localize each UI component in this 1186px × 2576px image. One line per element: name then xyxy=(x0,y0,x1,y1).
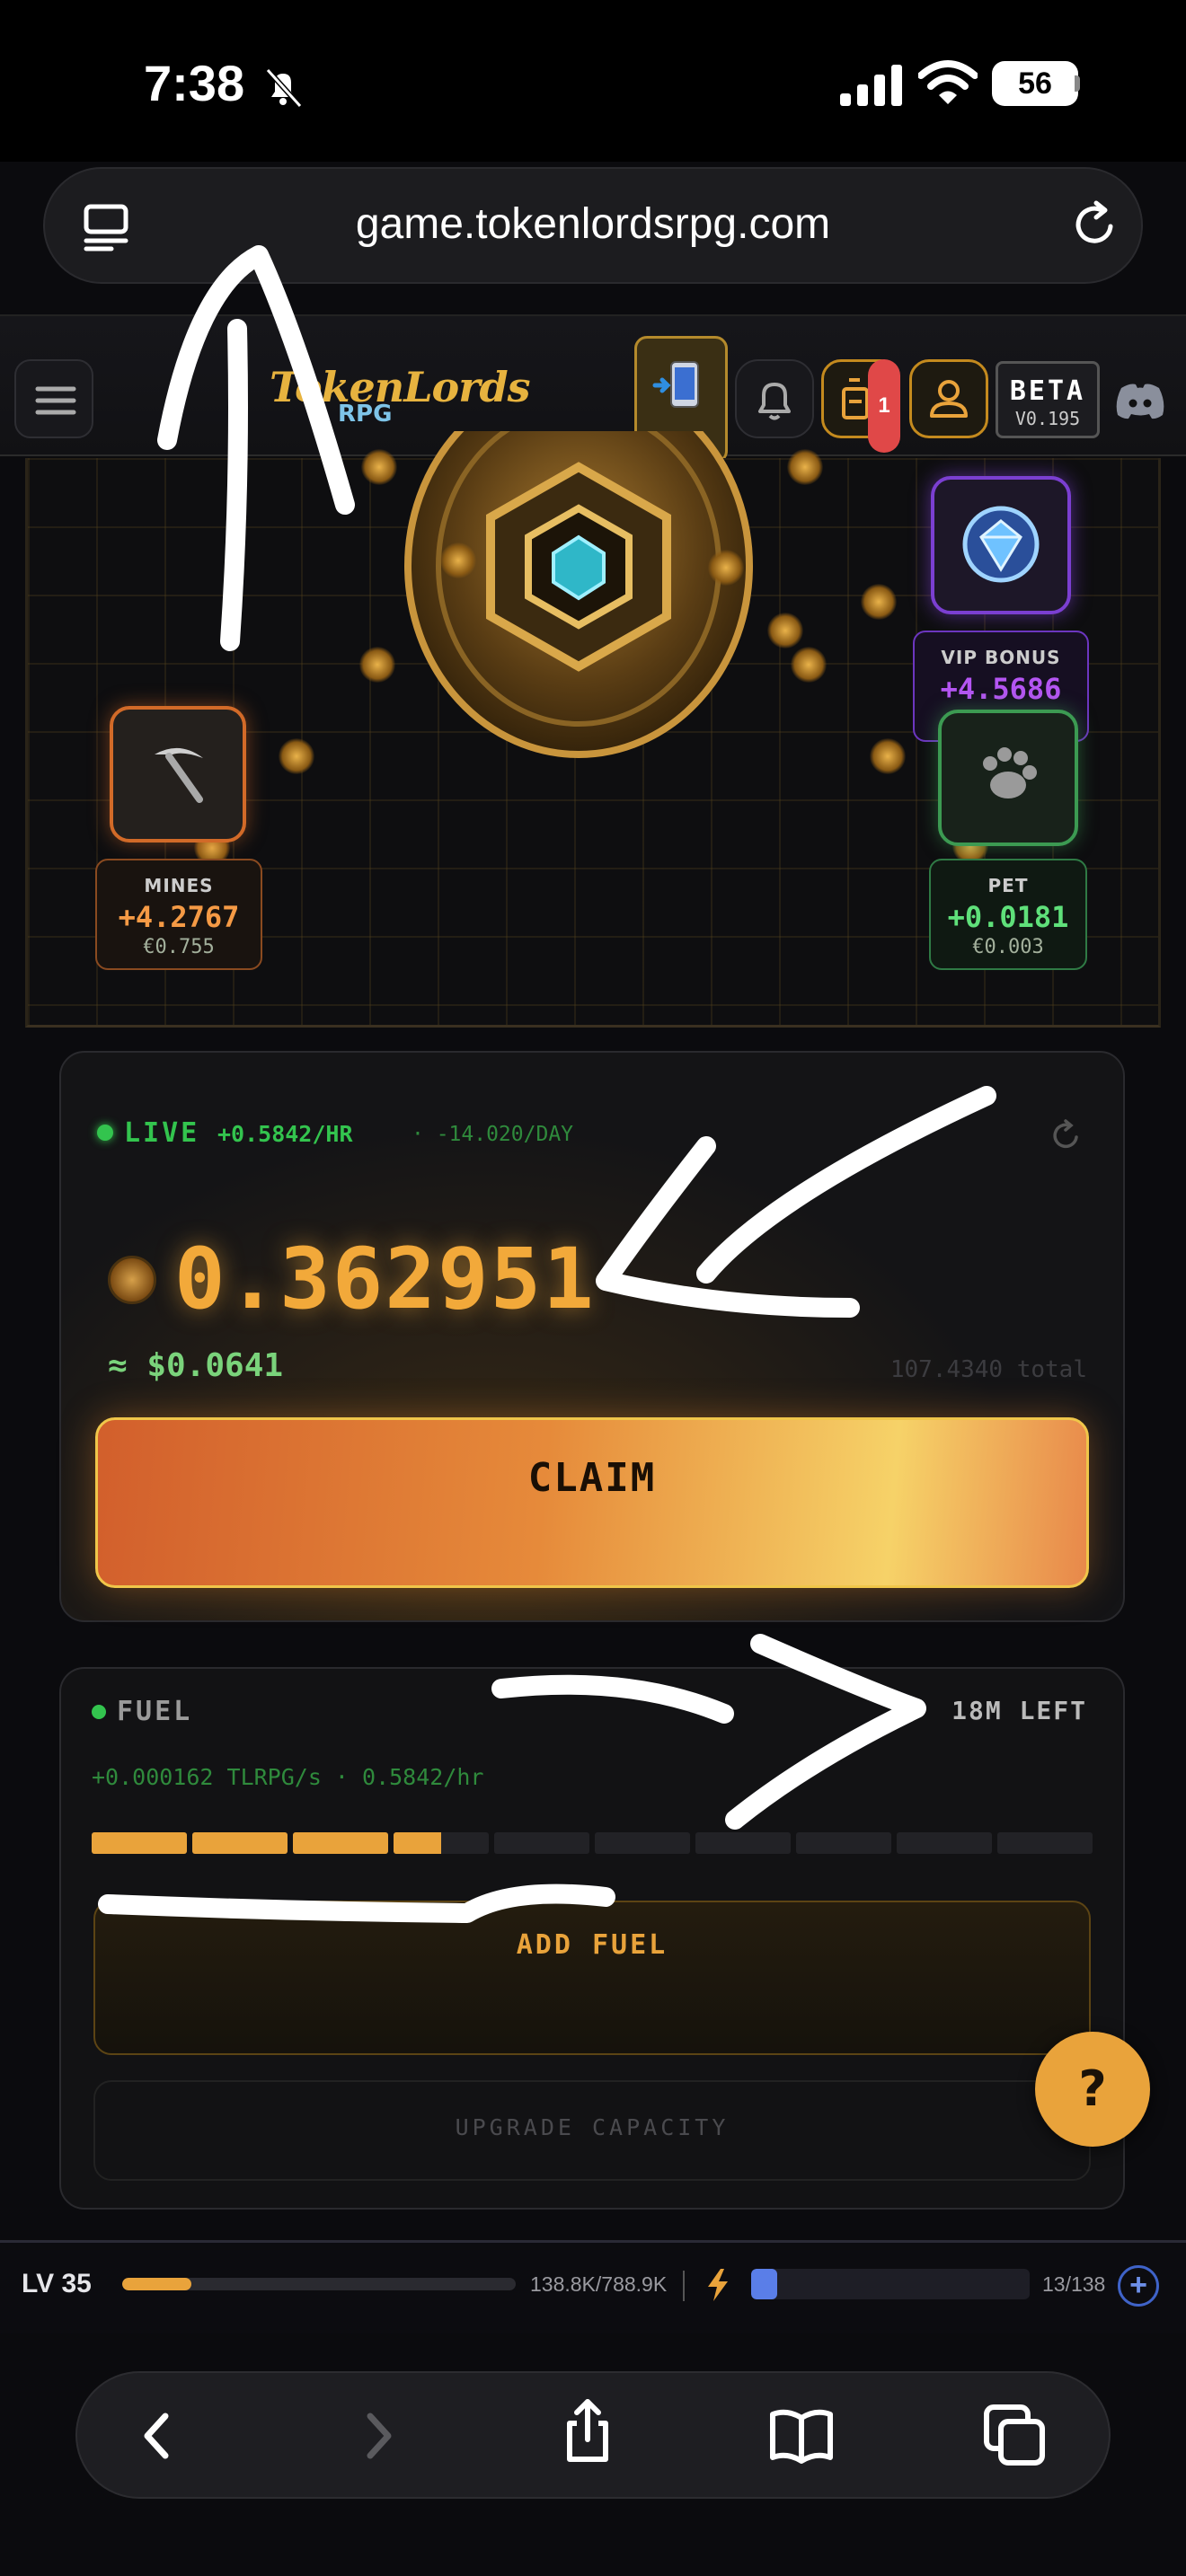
daily-rate: · -14.020/DAY xyxy=(412,1123,574,1146)
help-button[interactable]: ? xyxy=(1035,2032,1150,2147)
mines-stat-card: MINES +4.2767 €0.755 xyxy=(95,859,262,970)
fuel-level-bar xyxy=(92,1832,1093,1854)
fuel-segment xyxy=(897,1832,992,1854)
coin-sparkle xyxy=(861,584,897,620)
fuel-segment xyxy=(997,1832,1093,1854)
notification-count-badge: 1 xyxy=(868,359,900,453)
coin-sparkle xyxy=(791,647,827,683)
pickaxe-icon xyxy=(155,747,203,803)
refresh-icon[interactable] xyxy=(1049,1119,1082,1151)
mines-title: MINES xyxy=(144,875,214,896)
vip-node[interactable] xyxy=(931,476,1071,614)
xp-text: 138.8K/788.9K xyxy=(530,2272,668,2296)
live-indicator-dot xyxy=(97,1125,113,1141)
xp-progress-fill xyxy=(122,2278,192,2290)
url-text[interactable]: game.tokenlordsrpg.com xyxy=(180,199,1006,249)
coin-sparkle xyxy=(787,449,823,485)
back-icon[interactable] xyxy=(122,2400,194,2472)
claim-button-label: CLAIM xyxy=(527,1455,657,1501)
pet-value: +0.0181 xyxy=(947,900,1069,934)
upgrade-capacity-label: UPGRADE CAPACITY xyxy=(455,2114,730,2140)
notifications-button[interactable] xyxy=(735,359,814,438)
fuel-label: FUEL xyxy=(117,1696,193,1727)
fuel-segment xyxy=(796,1832,891,1854)
status-divider xyxy=(683,2271,685,2301)
cellular-signal-icon xyxy=(840,65,902,106)
mines-value: +4.2767 xyxy=(118,900,240,934)
pending-balance: 0.362951 xyxy=(174,1231,596,1328)
fuel-segment xyxy=(394,1832,489,1854)
xp-progress-bar xyxy=(122,2278,516,2290)
tlrpg-coin-emblem[interactable] xyxy=(401,431,757,763)
coin-sparkle xyxy=(440,543,476,578)
user-icon xyxy=(930,380,968,418)
tabs-icon[interactable] xyxy=(979,2400,1051,2472)
balance-usd-value: ≈ $0.0641 xyxy=(108,1347,284,1384)
vip-title: VIP BONUS xyxy=(941,647,1061,668)
fuel-segment-fill xyxy=(394,1832,441,1854)
add-fuel-label: ADD FUEL xyxy=(516,1929,668,1961)
battery-indicator: 56 xyxy=(992,61,1078,106)
fuel-segment-fill xyxy=(293,1832,388,1854)
diamond-icon xyxy=(962,506,1040,583)
coin-sparkle xyxy=(767,613,803,648)
battery-tip xyxy=(1075,75,1080,92)
logo-subtitle: RPG xyxy=(338,401,393,428)
fuel-segment-fill xyxy=(92,1832,187,1854)
version-label: V0.195 xyxy=(1014,408,1081,429)
add-fuel-button[interactable] xyxy=(93,1901,1091,2055)
fuel-segment xyxy=(695,1832,791,1854)
total-balance: 107.4340 total xyxy=(890,1356,1087,1383)
mines-node[interactable] xyxy=(110,706,246,842)
logo-wordmark: TokenLords xyxy=(270,363,531,411)
energy-fill xyxy=(751,2269,778,2299)
live-label: LIVE xyxy=(124,1117,200,1149)
coin-sparkle xyxy=(361,449,397,485)
profile-button[interactable] xyxy=(909,359,988,438)
forward-icon[interactable] xyxy=(341,2400,413,2472)
wifi-icon xyxy=(918,60,978,104)
mines-fiat: €0.755 xyxy=(143,936,215,958)
pet-stat-card: PET +0.0181 €0.003 xyxy=(929,859,1087,970)
fuel-segment xyxy=(595,1832,690,1854)
fuel-burn-rate: +0.000162 TLRPG/s · 0.5842/hr xyxy=(92,1764,484,1790)
reload-icon[interactable] xyxy=(1069,199,1120,250)
pet-title: PET xyxy=(987,875,1029,896)
beta-label: BETA xyxy=(1009,375,1086,407)
status-time: 7:38 xyxy=(144,55,245,111)
bookmarks-icon[interactable] xyxy=(766,2400,837,2472)
lightning-icon xyxy=(708,2269,728,2301)
vip-value: +4.5686 xyxy=(940,672,1062,706)
hamburger-icon xyxy=(35,386,76,415)
player-level: LV 35 xyxy=(22,2269,92,2298)
energy-bar xyxy=(751,2269,1030,2299)
fuel-segment xyxy=(92,1832,187,1854)
coin-sparkle xyxy=(359,647,395,683)
token-coin-icon xyxy=(108,1256,156,1304)
fuel-time-left: 18M LEFT xyxy=(951,1696,1087,1725)
coin-sparkle xyxy=(708,550,744,586)
fuel-segment-fill xyxy=(192,1832,288,1854)
pet-node[interactable] xyxy=(938,710,1078,846)
coin-sparkle xyxy=(870,738,906,774)
bell-icon xyxy=(758,383,791,420)
add-energy-button[interactable]: + xyxy=(1118,2265,1159,2307)
fuel-segment xyxy=(192,1832,288,1854)
fuel-segment xyxy=(494,1832,589,1854)
discord-icon[interactable] xyxy=(1114,381,1166,420)
fuel-status-dot xyxy=(92,1705,106,1719)
share-icon[interactable] xyxy=(552,2395,624,2466)
page-menu-icon[interactable] xyxy=(83,203,129,251)
hourly-rate: +0.5842/HR xyxy=(217,1121,353,1147)
energy-text: 13/138 xyxy=(1042,2272,1106,2296)
pet-fiat: €0.003 xyxy=(972,936,1044,958)
menu-button[interactable] xyxy=(14,359,93,438)
coin-sparkle xyxy=(279,738,314,774)
paw-icon xyxy=(983,747,1037,798)
silent-mode-icon xyxy=(265,67,303,109)
fuel-segment xyxy=(293,1832,388,1854)
